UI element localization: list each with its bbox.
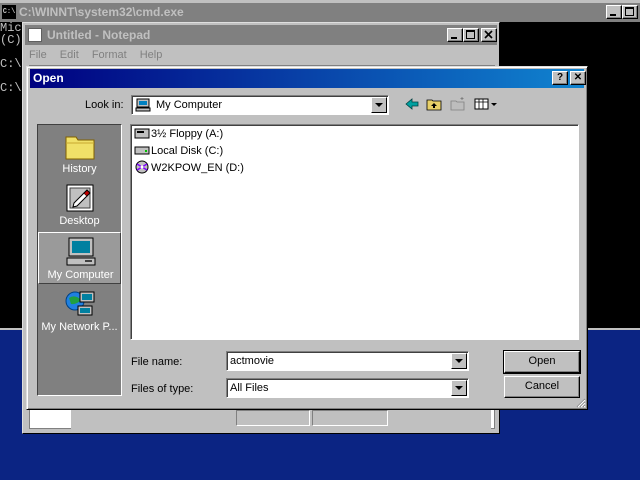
cmd-maximize-button[interactable] xyxy=(622,5,638,19)
menu-edit[interactable]: Edit xyxy=(60,49,79,61)
look-in-label: Look in: xyxy=(85,99,124,111)
dialog-title-bar[interactable]: Open ? ✕ xyxy=(30,69,586,88)
open-dialog: Open ? ✕ Look in: My Computer History De… xyxy=(26,66,588,410)
places-history[interactable]: History xyxy=(38,127,121,179)
status-segment xyxy=(236,410,310,426)
places-label: My Computer xyxy=(47,269,114,281)
cd-drive-icon xyxy=(134,160,150,174)
close-button[interactable]: ✕ xyxy=(570,71,586,85)
files-of-type-combo[interactable]: All Files xyxy=(226,378,469,398)
resize-grip-icon[interactable] xyxy=(574,396,586,408)
notepad-menu-bar: File Edit Format Help xyxy=(29,47,172,63)
places-bar: History Desktop My Computer My Network P… xyxy=(37,124,122,396)
notepad-app-icon xyxy=(28,28,42,42)
up-folder-icon xyxy=(426,99,442,111)
notepad-status-bar xyxy=(71,408,491,430)
menu-help[interactable]: Help xyxy=(140,49,163,61)
dialog-title: Open xyxy=(33,71,64,85)
notepad-title-bar[interactable]: Untitled - Notepad xyxy=(25,25,497,45)
places-label: My Network P... xyxy=(41,321,118,333)
notepad-close-button[interactable] xyxy=(481,28,497,42)
new-folder-button[interactable] xyxy=(449,95,467,113)
views-menu-button[interactable] xyxy=(473,95,499,113)
cmd-app-icon: C:\ xyxy=(2,5,16,19)
file-label: W2KPOW_EN (D:) xyxy=(151,162,244,174)
file-list[interactable]: 3½ Floppy (A:) Local Disk (C:) W2KPOW_EN… xyxy=(130,124,579,340)
look-in-combo[interactable]: My Computer xyxy=(131,95,389,115)
back-arrow-icon xyxy=(405,98,419,110)
status-segment xyxy=(312,410,388,426)
files-of-type-value: All Files xyxy=(230,382,269,394)
my-computer-small-icon xyxy=(135,98,151,112)
floppy-drive-icon xyxy=(134,126,150,140)
cmd-minimize-button[interactable] xyxy=(606,5,622,19)
menu-file[interactable]: File xyxy=(29,49,47,61)
history-folder-icon xyxy=(64,131,96,161)
back-button[interactable] xyxy=(403,95,421,113)
places-my-computer[interactable]: My Computer xyxy=(38,232,121,284)
cmd-title-bar[interactable]: C:\ C:\WINNT\system32\cmd.exe xyxy=(0,3,640,22)
view-list-icon xyxy=(474,98,497,110)
cancel-button[interactable]: Cancel xyxy=(504,376,580,398)
list-item[interactable]: 3½ Floppy (A:) xyxy=(134,126,223,142)
list-item[interactable]: W2KPOW_EN (D:) xyxy=(134,160,244,176)
notepad-maximize-button[interactable] xyxy=(463,28,479,42)
places-label: Desktop xyxy=(59,215,100,227)
chevron-down-icon[interactable] xyxy=(451,380,467,396)
look-in-value: My Computer xyxy=(156,99,223,111)
cmd-right-area xyxy=(588,22,640,328)
file-label: 3½ Floppy (A:) xyxy=(151,128,224,140)
file-name-combo[interactable]: actmovie xyxy=(226,351,469,371)
places-label: History xyxy=(62,163,97,175)
files-of-type-label: Files of type: xyxy=(131,383,194,395)
file-name-value: actmovie xyxy=(230,355,275,367)
new-folder-icon xyxy=(450,97,465,111)
up-one-level-button[interactable] xyxy=(425,95,443,113)
desktop-icon xyxy=(64,183,96,213)
hard-drive-icon xyxy=(134,143,150,157)
notepad-minimize-button[interactable] xyxy=(447,28,463,42)
places-network[interactable]: My Network P... xyxy=(38,285,121,337)
chevron-down-icon[interactable] xyxy=(371,97,387,113)
places-desktop[interactable]: Desktop xyxy=(38,179,121,231)
my-computer-icon xyxy=(65,237,97,267)
file-label: Local Disk (C:) xyxy=(151,145,224,157)
chevron-down-icon[interactable] xyxy=(451,353,467,369)
open-button[interactable]: Open xyxy=(503,350,581,374)
cmd-title: C:\WINNT\system32\cmd.exe xyxy=(19,5,184,19)
file-name-label: File name: xyxy=(131,356,183,368)
menu-format[interactable]: Format xyxy=(92,49,127,61)
help-button[interactable]: ? xyxy=(552,71,568,85)
network-places-icon xyxy=(64,289,96,319)
notepad-title: Untitled - Notepad xyxy=(47,28,151,42)
list-item[interactable]: Local Disk (C:) xyxy=(134,143,223,159)
